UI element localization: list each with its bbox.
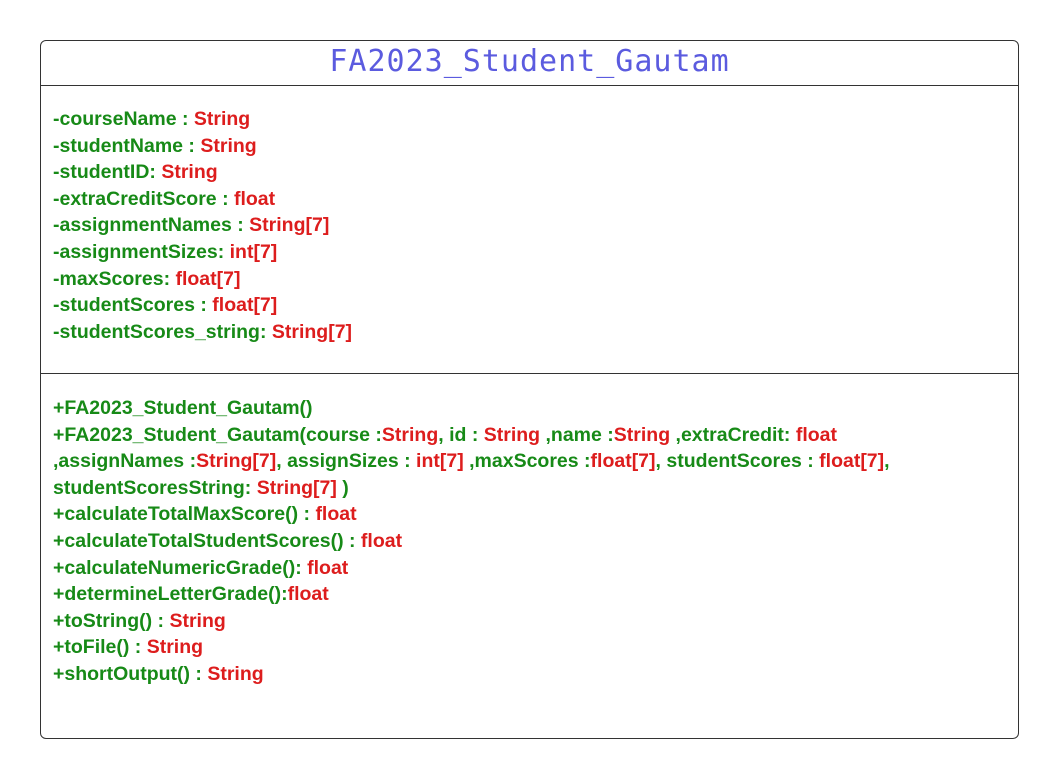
- attribute-text: String[7]: [249, 214, 330, 237]
- operation-text: String: [613, 423, 671, 446]
- attribute-line: -assignmentSizes: int[7]: [53, 239, 1010, 266]
- operation-text: String: [169, 609, 226, 632]
- operation-text: ,maxScores :: [463, 450, 591, 473]
- operation-text: , assignSizes :: [276, 450, 417, 473]
- operation-text: float: [315, 503, 357, 526]
- operation-text: ): [336, 476, 349, 499]
- attribute-text: String: [200, 134, 257, 157]
- operation-text: float: [287, 583, 329, 606]
- operation-text: ,assignNames :: [53, 450, 197, 473]
- operation-line: studentScoresString: String[7] ): [53, 475, 1010, 502]
- operation-text: String: [146, 636, 204, 659]
- operation-text: float: [360, 529, 403, 552]
- operation-text: String: [381, 423, 439, 446]
- attribute-line: -courseName : String: [53, 106, 1010, 133]
- attributes-section: -courseName : String -studentName : Strin…: [53, 106, 1010, 345]
- class-name: FA2023_Student_Gautam: [329, 44, 730, 79]
- attribute-text: float[7]: [175, 267, 241, 290]
- operation-text: +determineLetterGrade():: [53, 583, 288, 606]
- operation-text: String[7]: [256, 476, 337, 499]
- operation-text: ,name :: [540, 423, 614, 446]
- attribute-text: String[7]: [271, 320, 353, 343]
- operation-text: +FA2023_Student_Gautam(): [53, 397, 313, 419]
- operations-divider: [41, 373, 1018, 374]
- operation-text: studentScoresString:: [53, 476, 257, 499]
- attribute-line: -studentID: String: [53, 159, 1010, 186]
- operation-text: +shortOutput() :: [53, 662, 208, 685]
- attribute-text: int[7]: [229, 240, 278, 263]
- attribute-text: float: [233, 187, 276, 210]
- attribute-text: -studentName :: [53, 134, 201, 157]
- operation-text: String: [483, 423, 541, 446]
- operation-text: +calculateNumericGrade():: [53, 556, 308, 579]
- attribute-text: -extraCreditScore :: [53, 187, 234, 210]
- attribute-text: -assignmentSizes:: [53, 240, 230, 263]
- operation-text: +calculateTotalStudentScores() :: [53, 529, 361, 552]
- attribute-line: -studentScores : float[7]: [53, 292, 1010, 319]
- attribute-line: -studentName : String: [53, 133, 1010, 160]
- attribute-text: -studentID:: [53, 161, 162, 184]
- attribute-line: -studentScores_string: String[7]: [53, 319, 1010, 346]
- attribute-text: -studentScores :: [53, 294, 213, 317]
- operation-line: +toString() : String: [53, 608, 1010, 635]
- operation-text: float[7]: [819, 450, 885, 473]
- operation-line: +calculateTotalStudentScores() : float: [53, 528, 1010, 555]
- operation-line: +FA2023_Student_Gautam(course :String, i…: [53, 422, 1010, 449]
- attribute-text: -maxScores:: [53, 267, 176, 290]
- attribute-text: -studentScores_string:: [53, 320, 272, 343]
- operation-text: +calculateTotalMaxScore() :: [53, 503, 316, 526]
- attribute-line: -assignmentNames : String[7]: [53, 212, 1010, 239]
- operation-text: float[7]: [590, 450, 656, 473]
- operation-text: ,extraCredit:: [670, 423, 796, 446]
- operation-line: ,assignNames :String[7], assignSizes : i…: [53, 448, 1010, 475]
- operation-text: +toFile() :: [53, 636, 147, 659]
- operation-text: String: [207, 662, 264, 685]
- operation-text: , id :: [438, 423, 484, 446]
- operation-text: , studentScores :: [655, 450, 820, 473]
- attribute-line: -extraCreditScore : float: [53, 186, 1010, 213]
- operation-text: ,: [884, 450, 890, 473]
- operation-line: +shortOutput() : String: [53, 661, 1010, 688]
- operation-line: +calculateNumericGrade(): float: [53, 555, 1010, 582]
- operation-text: +toString() :: [53, 609, 170, 632]
- attribute-text: String: [161, 161, 218, 184]
- operation-text: +FA2023_Student_Gautam(course :: [53, 423, 382, 446]
- operation-line: +determineLetterGrade():float: [53, 581, 1010, 608]
- operation-line: +FA2023_Student_Gautam(): [53, 395, 1010, 422]
- operation-text: float: [795, 423, 837, 446]
- operation-text: int[7]: [416, 450, 464, 473]
- attribute-text: float[7]: [212, 294, 278, 317]
- operation-line: +toFile() : String: [53, 634, 1010, 661]
- operation-line: +calculateTotalMaxScore() : float: [53, 501, 1010, 528]
- attribute-text: String: [193, 108, 251, 130]
- attribute-text: -assignmentNames :: [53, 214, 250, 237]
- attribute-line: -maxScores: float[7]: [53, 266, 1010, 293]
- attribute-text: -courseName :: [53, 108, 194, 130]
- operation-text: float: [307, 556, 349, 579]
- name-divider: [41, 85, 1018, 86]
- operation-text: String[7]: [196, 450, 277, 473]
- uml-class-box: FA2023_Student_Gautam -courseName : Stri…: [40, 40, 1019, 739]
- operations-section: +FA2023_Student_Gautam() +FA2023_Student_…: [53, 395, 1010, 688]
